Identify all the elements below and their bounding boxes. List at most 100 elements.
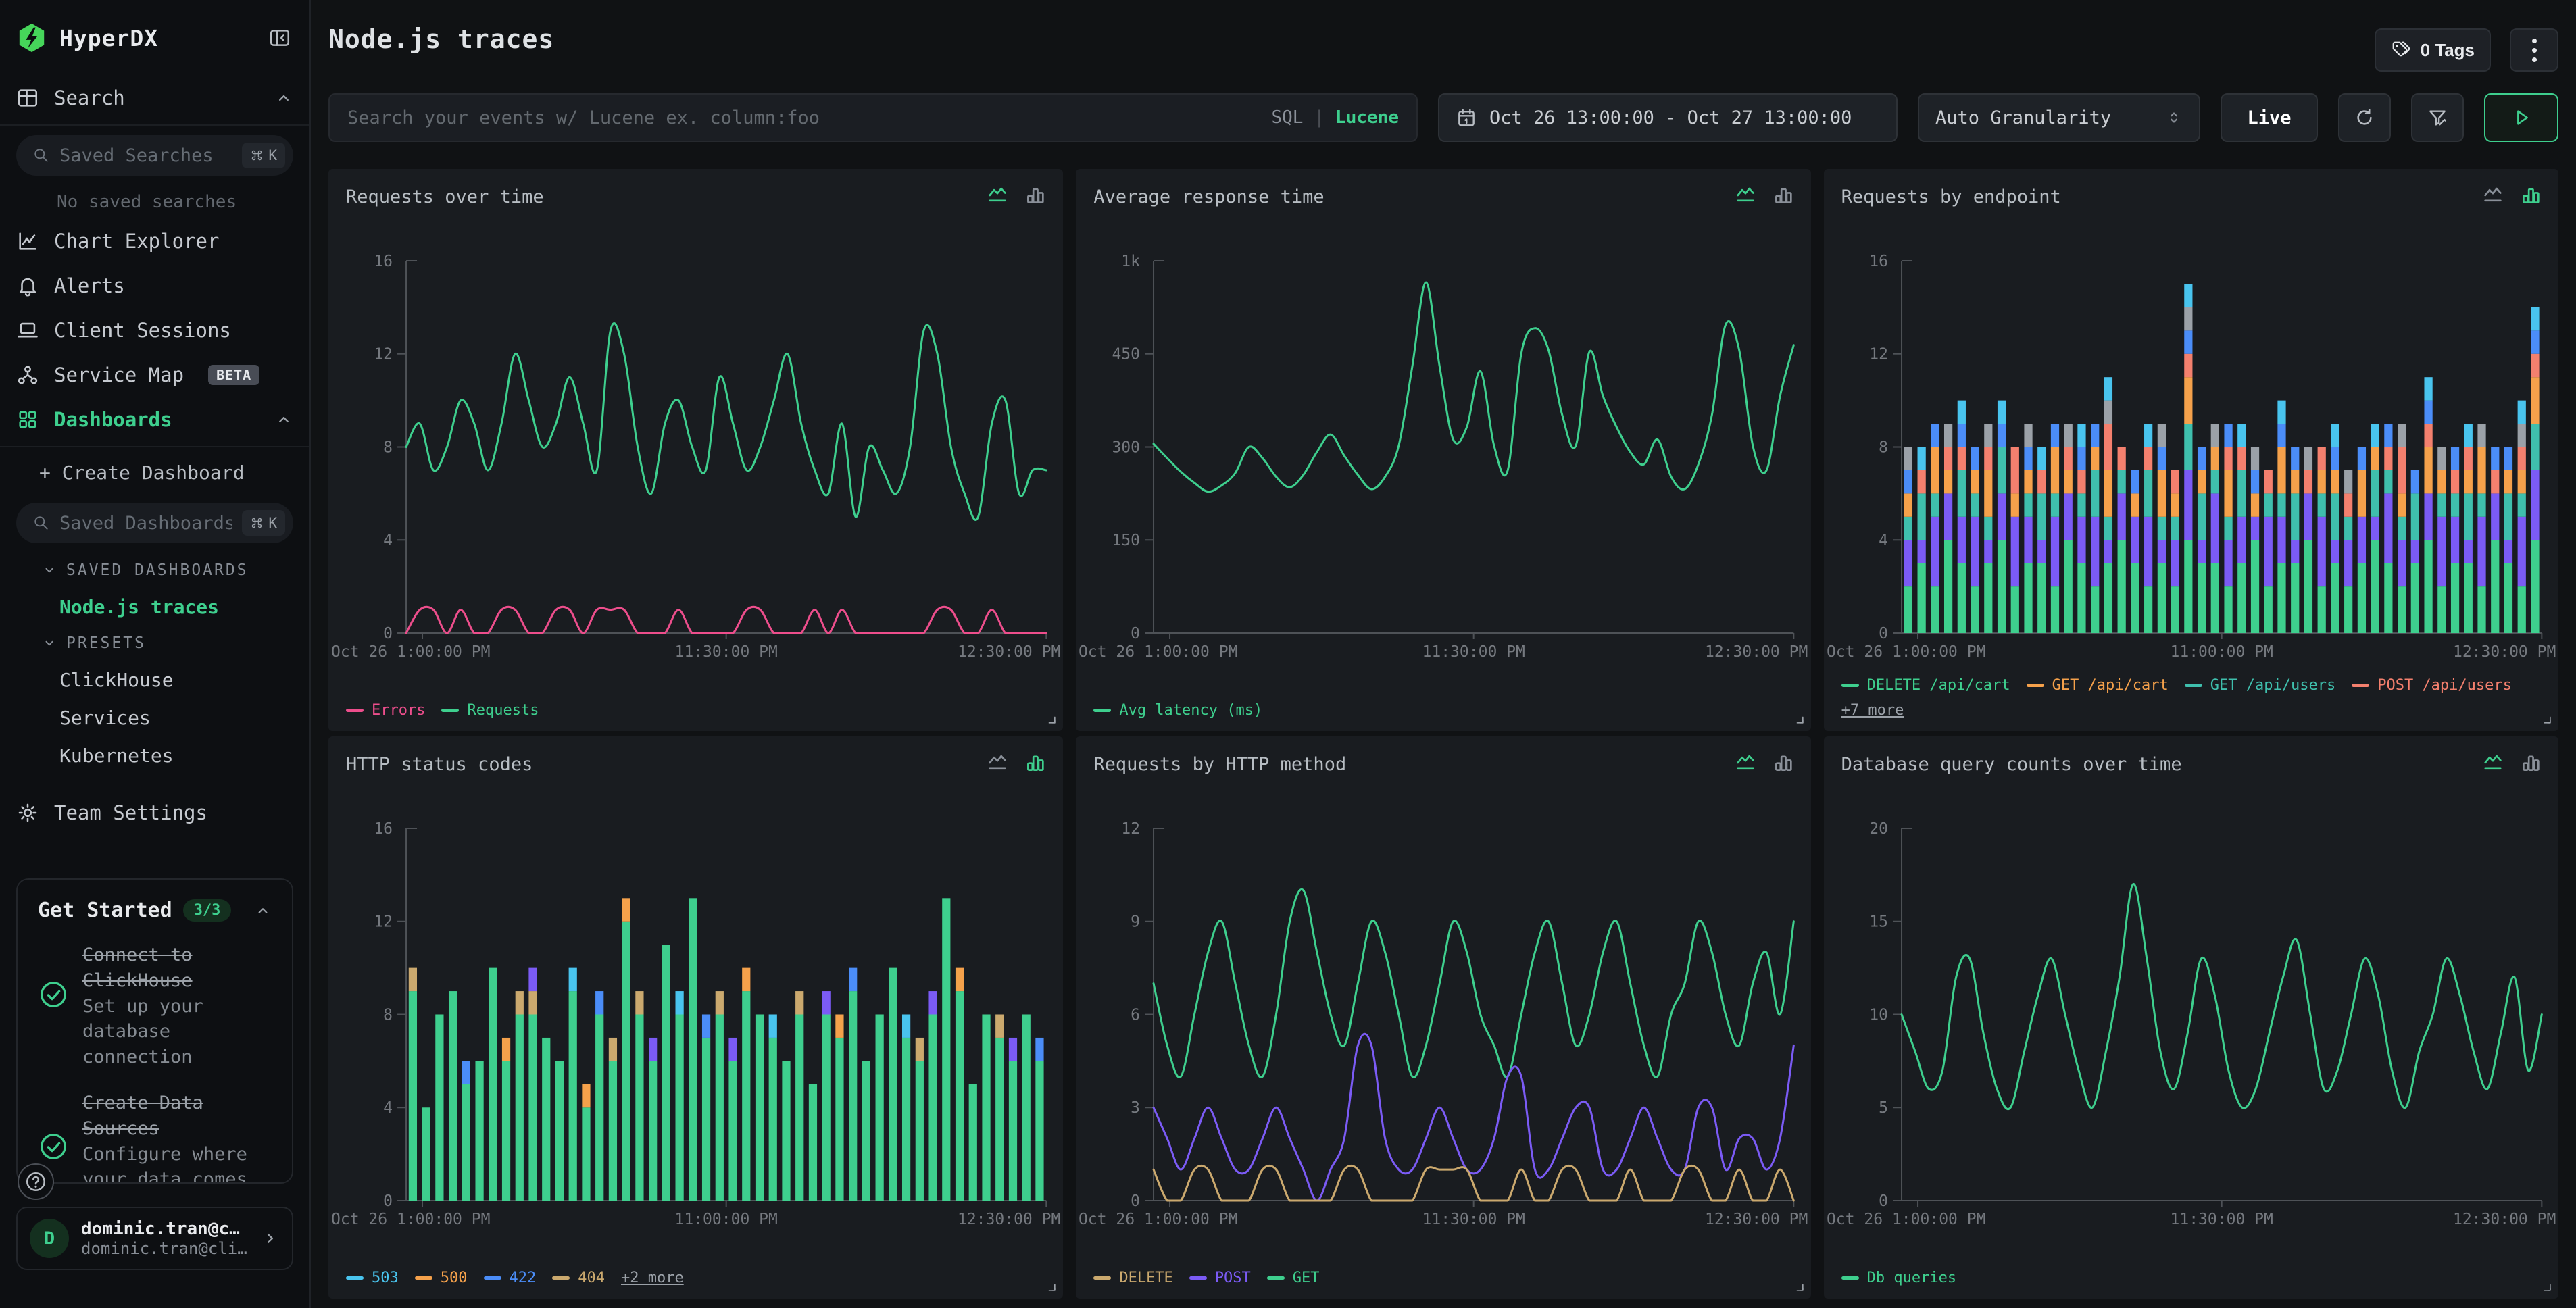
svg-text:Oct 26 1:00:00 PM: Oct 26 1:00:00 PM: [1079, 1211, 1237, 1228]
resize-handle-icon[interactable]: [2540, 1280, 2553, 1293]
chart-canvas[interactable]: 20151050Oct 26 1:00:00 PM11:30:00 PM12:3…: [1824, 812, 2558, 1231]
bar-chart-toggle-icon[interactable]: [1770, 184, 1796, 207]
sidebar-preset-kubernetes[interactable]: Kubernetes: [16, 736, 293, 774]
check-circle-icon: [38, 979, 69, 1010]
chart-canvas[interactable]: 1612840Oct 26 1:00:00 PM11:00:00 PM12:30…: [1824, 245, 2558, 663]
legend-more-link[interactable]: +2 more: [621, 1269, 684, 1286]
chevron-down-icon: [42, 563, 57, 578]
legend-item[interactable]: Avg latency (ms): [1093, 702, 1262, 719]
chart-canvas[interactable]: 1k4503001500Oct 26 1:00:00 PM11:30:00 PM…: [1076, 245, 1810, 663]
search-icon: [32, 514, 50, 532]
legend-more-link[interactable]: +7 more: [1841, 702, 1904, 719]
date-range-picker[interactable]: Oct 26 13:00:00 - Oct 27 13:00:00: [1438, 93, 1898, 142]
run-query-button[interactable]: [2484, 93, 2558, 142]
legend-dash-icon: [1093, 709, 1111, 712]
sql-toggle[interactable]: SQL: [1271, 107, 1303, 128]
sidebar-dashboard-nodejs-traces[interactable]: Node.js traces: [16, 588, 293, 626]
chart-canvas[interactable]: 1612840Oct 26 1:00:00 PM11:00:00 PM12:30…: [328, 812, 1063, 1231]
sidebar-item-search[interactable]: Search: [16, 76, 293, 120]
saved-dashboards-section-header[interactable]: SAVED DASHBOARDS: [16, 553, 293, 588]
sidebar-item-chart-explorer[interactable]: Chart Explorer: [16, 219, 293, 263]
line-chart-toggle-icon[interactable]: [2480, 751, 2506, 774]
legend-label: 503: [372, 1269, 399, 1286]
beta-badge: BETA: [208, 365, 259, 385]
legend-item[interactable]: Requests: [441, 702, 539, 719]
resize-handle-icon[interactable]: [1044, 712, 1058, 726]
svg-text:150: 150: [1112, 532, 1141, 549]
chevron-up-icon[interactable]: [254, 902, 272, 920]
legend-item[interactable]: 500: [415, 1269, 468, 1286]
legend-item[interactable]: GET /api/users: [2185, 677, 2335, 694]
chart-canvas[interactable]: 1612840Oct 26 1:00:00 PM11:30:00 PM12:30…: [328, 245, 1063, 663]
bar-chart-toggle-icon[interactable]: [2518, 751, 2544, 774]
legend-item[interactable]: DELETE: [1093, 1269, 1172, 1286]
bar-chart-toggle-icon[interactable]: [1770, 751, 1796, 774]
sidebar-preset-clickhouse[interactable]: ClickHouse: [16, 661, 293, 699]
more-options-button[interactable]: [2510, 28, 2558, 72]
line-chart-toggle-icon[interactable]: [985, 184, 1010, 207]
get-started-item-connect[interactable]: Connect to ClickHouse Set up your databa…: [38, 942, 272, 1070]
get-started-item-datasources[interactable]: Create Data Sources Configure where your…: [38, 1090, 272, 1184]
sidebar-item-dashboards[interactable]: Dashboards: [16, 397, 293, 442]
svg-text:Oct 26 1:00:00 PM: Oct 26 1:00:00 PM: [331, 1211, 490, 1228]
line-chart-toggle-icon[interactable]: [2480, 184, 2506, 207]
svg-text:11:00:00 PM: 11:00:00 PM: [2170, 643, 2273, 661]
tags-button[interactable]: 0 Tags: [2375, 28, 2491, 72]
bar-chart-toggle-icon[interactable]: [1022, 751, 1048, 774]
saved-dashboards-field[interactable]: [59, 513, 232, 534]
sidebar-item-client-sessions[interactable]: Client Sessions: [16, 308, 293, 353]
legend-label: POST: [1215, 1269, 1251, 1286]
svg-text:11:30:00 PM: 11:30:00 PM: [2170, 1211, 2273, 1228]
presets-section-header[interactable]: PRESETS: [16, 626, 293, 661]
bar-chart-toggle-icon[interactable]: [2518, 184, 2544, 207]
legend-item[interactable]: DELETE /api/cart: [1841, 677, 2010, 694]
get-started-card: Get Started 3/3 Connect to ClickHouse Se…: [16, 878, 293, 1184]
bar-chart-toggle-icon[interactable]: [1022, 184, 1048, 207]
sidebar-item-alerts[interactable]: Alerts: [16, 263, 293, 308]
legend-label: POST /api/users: [2377, 677, 2512, 694]
help-button[interactable]: [18, 1163, 54, 1200]
line-chart-toggle-icon[interactable]: [1733, 184, 1758, 207]
saved-searches-input[interactable]: K: [16, 135, 293, 176]
saved-dashboards-input[interactable]: K: [16, 503, 293, 543]
chart-title: HTTP status codes: [346, 754, 532, 775]
event-search-box[interactable]: SQL | Lucene: [328, 93, 1418, 142]
svg-text:9: 9: [1131, 913, 1140, 931]
resize-handle-icon[interactable]: [1792, 712, 1806, 726]
live-button[interactable]: Live: [2221, 93, 2318, 142]
resize-handle-icon[interactable]: [2540, 712, 2553, 726]
event-search-input[interactable]: [347, 107, 1258, 128]
line-chart-toggle-icon[interactable]: [985, 751, 1010, 774]
legend-dash-icon: [2027, 684, 2044, 687]
legend-dash-icon: [484, 1276, 501, 1280]
legend-item[interactable]: Db queries: [1841, 1269, 1956, 1286]
user-account-button[interactable]: D dominic.tran@c… dominic.tran@cli…: [16, 1207, 293, 1270]
lucene-toggle[interactable]: Lucene: [1335, 107, 1399, 128]
legend-item[interactable]: 503: [346, 1269, 399, 1286]
sidebar-item-service-map[interactable]: Service Map BETA: [16, 353, 293, 397]
legend-item[interactable]: 404: [552, 1269, 605, 1286]
search-icon: [32, 147, 50, 164]
refresh-button[interactable]: [2338, 93, 2391, 142]
resize-handle-icon[interactable]: [1792, 1280, 1806, 1293]
granularity-select[interactable]: Auto Granularity: [1918, 93, 2200, 142]
line-chart-toggle-icon[interactable]: [1733, 751, 1758, 774]
chart-card-average-response-time: Average response time 1k4503001500Oct 26…: [1076, 169, 1810, 731]
legend-item[interactable]: Errors: [346, 702, 425, 719]
legend-item[interactable]: GET: [1267, 1269, 1320, 1286]
sidebar-preset-services[interactable]: Services: [16, 699, 293, 736]
sidebar-collapse-button[interactable]: [266, 24, 293, 51]
legend-item[interactable]: GET /api/cart: [2027, 677, 2169, 694]
legend-item[interactable]: 422: [484, 1269, 537, 1286]
legend-item[interactable]: POST: [1189, 1269, 1251, 1286]
chart-canvas[interactable]: 129630Oct 26 1:00:00 PM11:30:00 PM12:30:…: [1076, 812, 1810, 1231]
create-dashboard-button[interactable]: + Create Dashboard: [16, 451, 293, 493]
shortcut-badge: K: [242, 143, 285, 168]
sidebar-item-team-settings[interactable]: Team Settings: [16, 790, 293, 835]
sidebar-item-label: Search: [54, 86, 125, 109]
saved-searches-field[interactable]: [59, 145, 232, 166]
chart-legend: Db queries: [1841, 1234, 2541, 1286]
resize-handle-icon[interactable]: [1044, 1280, 1058, 1293]
legend-item[interactable]: POST /api/users: [2352, 677, 2512, 694]
filter-edit-button[interactable]: [2411, 93, 2464, 142]
